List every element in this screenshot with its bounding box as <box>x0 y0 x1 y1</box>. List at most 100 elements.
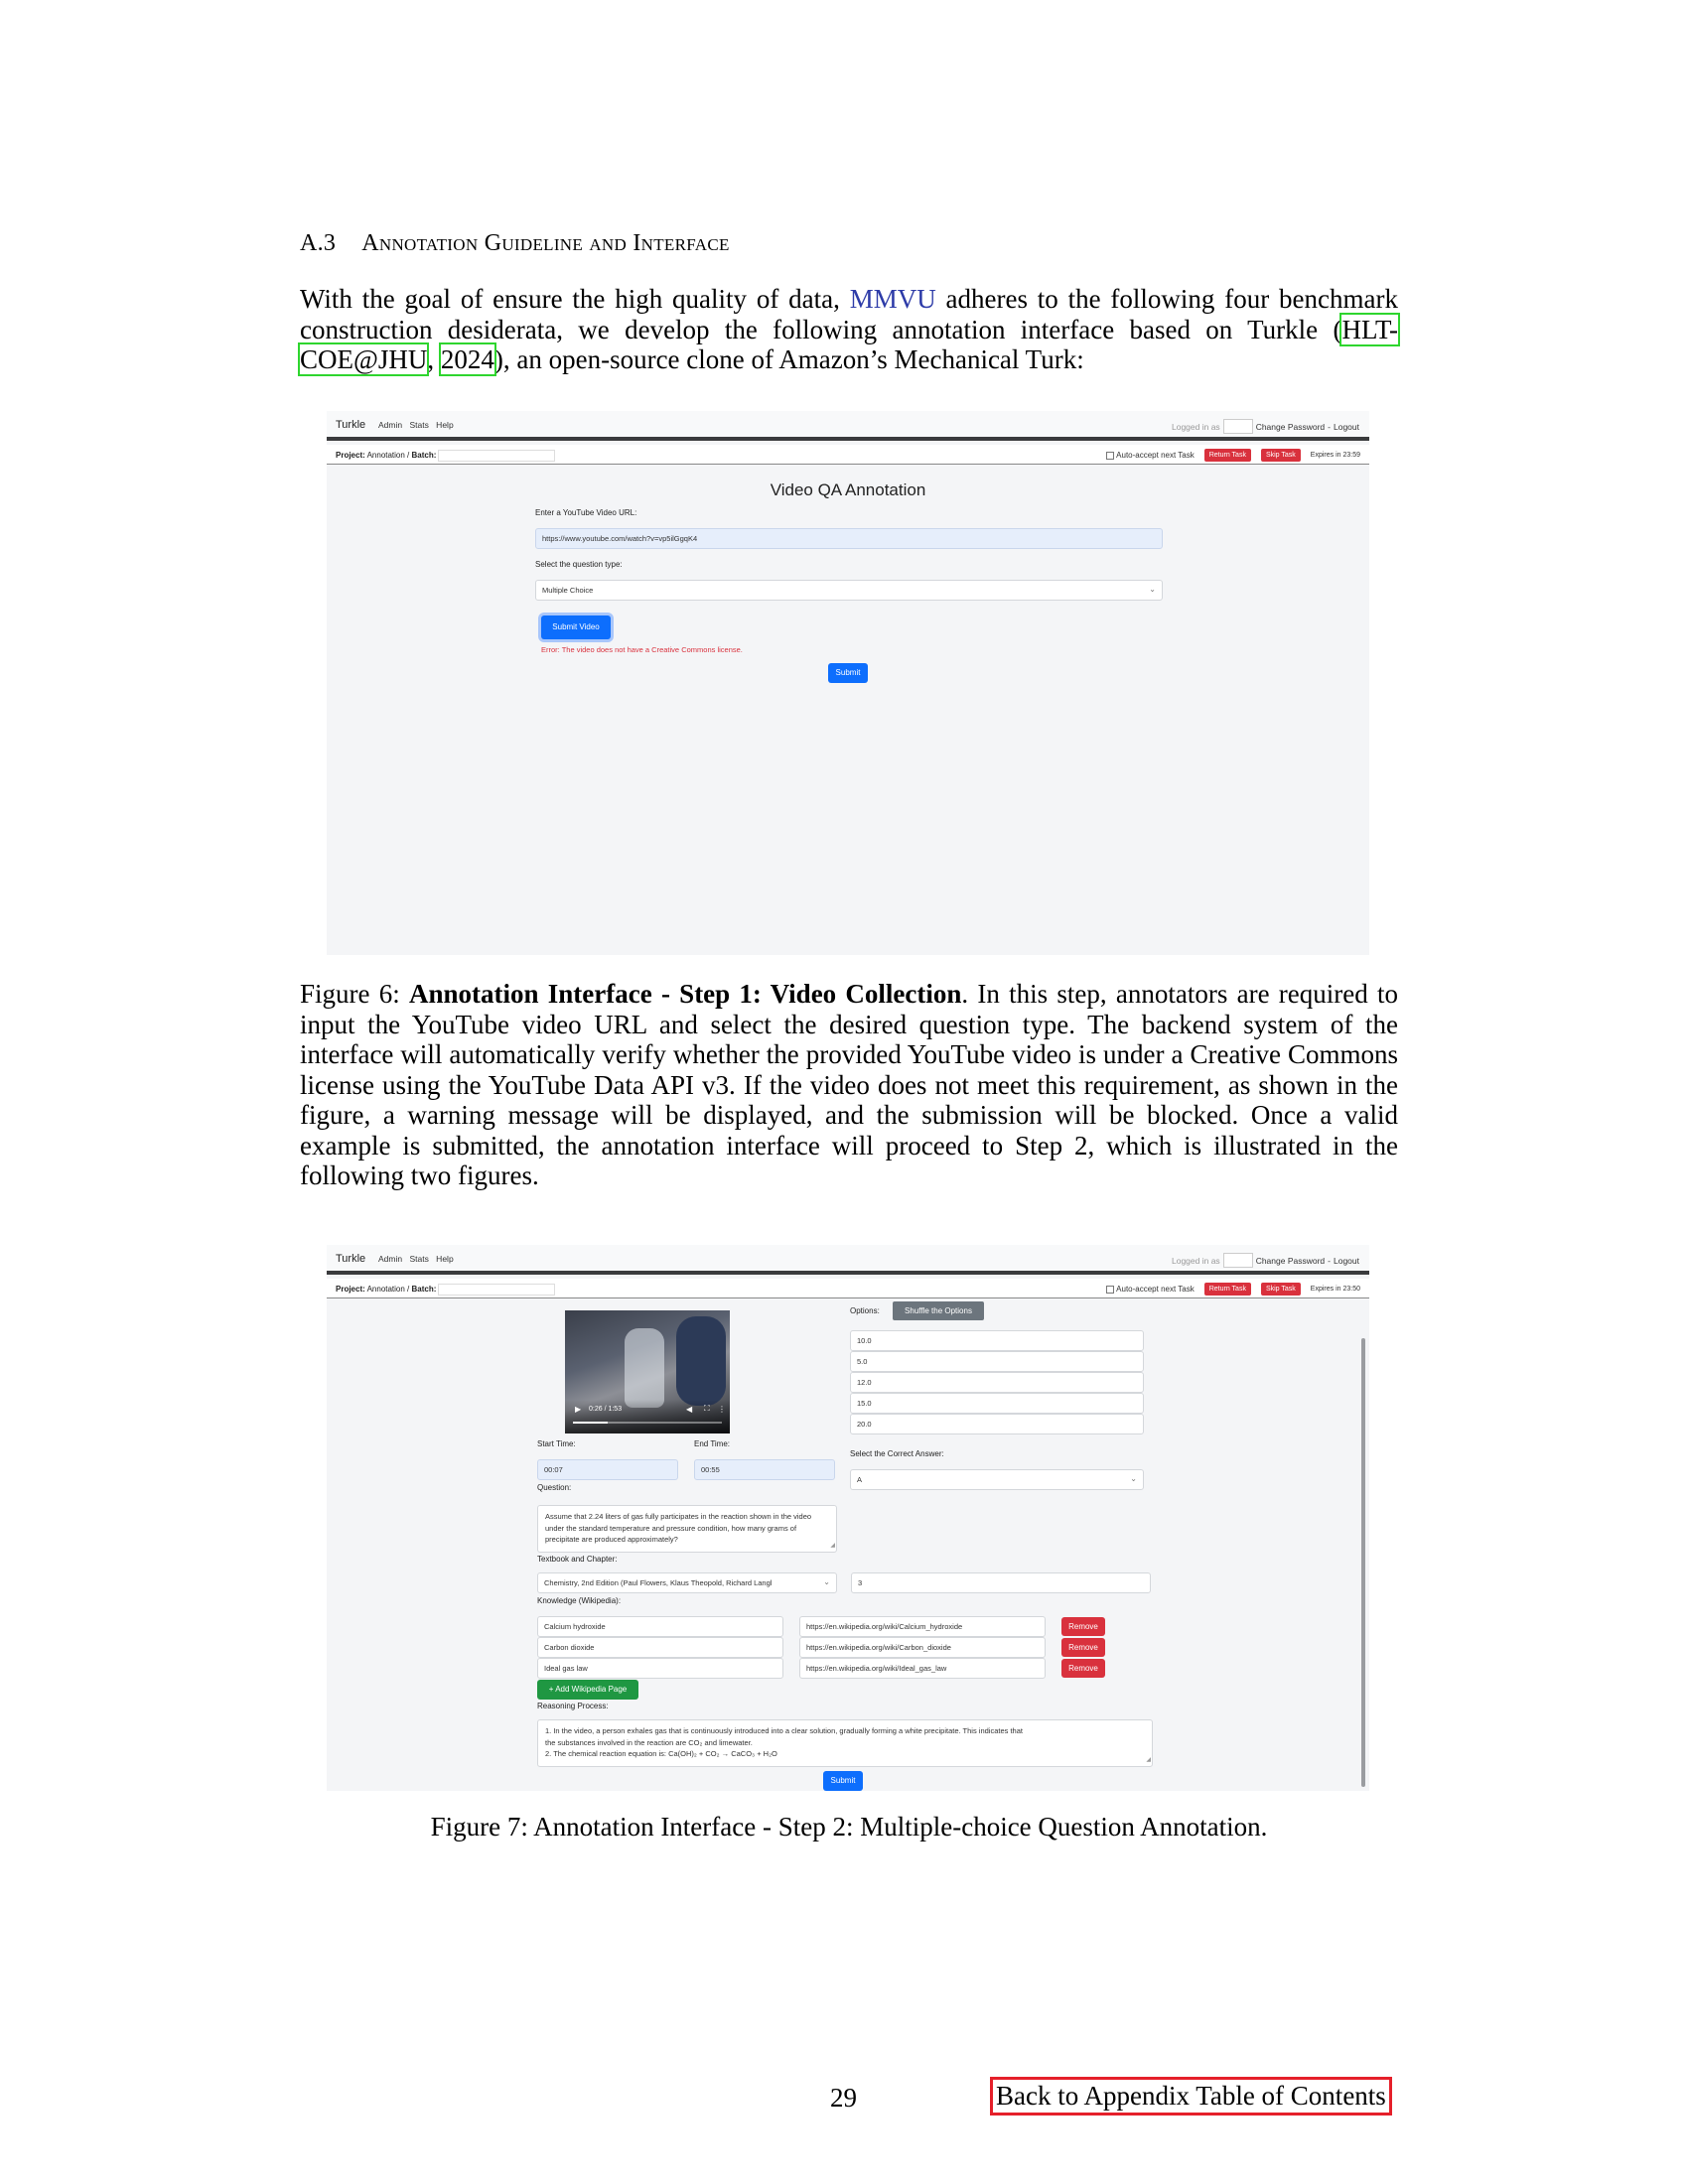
project-label: Project: Annotation / Batch: <box>336 1284 556 1296</box>
textbook-select[interactable]: Chemistry, 2nd Edition (Paul Flowers, Kl… <box>537 1572 837 1593</box>
shuffle-options-button[interactable]: Shuffle the Options <box>893 1301 984 1320</box>
submit-button[interactable]: Submit <box>828 663 868 683</box>
knowledge-term-input[interactable]: Carbon dioxide <box>537 1637 783 1658</box>
auto-accept-label: Auto-accept next Task <box>1116 1285 1195 1294</box>
volume-icon[interactable]: ◀ <box>686 1405 692 1414</box>
nav-links[interactable]: Admin Stats Help <box>378 420 454 430</box>
start-time-input[interactable]: 00:07 <box>537 1459 678 1480</box>
logout-link[interactable]: Logout <box>1334 1256 1359 1266</box>
chevron-down-icon: ⌄ <box>1130 1474 1137 1483</box>
citation-year-link[interactable]: 2024 <box>438 342 496 376</box>
question-label: Question: <box>537 1483 572 1492</box>
intro-text: With the goal of ensure the high quality… <box>300 284 850 314</box>
checkbox-icon[interactable] <box>1106 1285 1115 1294</box>
caption-text: . In this step, annotators are required … <box>300 979 1398 1190</box>
nav-links[interactable]: Admin Stats Help <box>378 1254 454 1264</box>
change-password-link[interactable]: Change Password <box>1256 1256 1325 1266</box>
batch-box <box>438 1284 556 1296</box>
video-progress-track[interactable] <box>573 1422 722 1424</box>
turkle-navbar: Turkle Admin Stats Help Logged in as Cha… <box>327 1245 1369 1275</box>
more-icon[interactable]: ⋮ <box>718 1405 726 1414</box>
video-player[interactable]: ▶ 0:26 / 1:53 ◀ ⛶ ⋮ <box>565 1310 730 1433</box>
chevron-down-icon: ⌄ <box>823 1577 830 1586</box>
add-wikipedia-button[interactable]: + Add Wikipedia Page <box>537 1680 638 1700</box>
knowledge-label: Knowledge (Wikipedia): <box>537 1596 622 1605</box>
mmvu-link[interactable]: MMVU <box>850 284 936 314</box>
submit-video-button[interactable]: Submit Video <box>541 615 611 639</box>
nav-user-area: Logged in as Change Password - Logout <box>1172 1253 1359 1268</box>
batch-label: Batch: <box>411 451 437 461</box>
submit-button[interactable]: Submit <box>823 1771 863 1791</box>
expires-timer: Expires in 23:59 <box>1310 452 1360 459</box>
auto-accept-checkbox[interactable]: Auto-accept next Task <box>1106 451 1195 460</box>
task-controls: Auto-accept next Task Return Task Skip T… <box>1106 1283 1360 1296</box>
figure7-screenshot: Turkle Admin Stats Help Logged in as Cha… <box>327 1245 1369 1791</box>
resize-handle-icon[interactable]: ◢ <box>1146 1755 1151 1767</box>
knowledge-url-input[interactable]: https://en.wikipedia.org/wiki/Ideal_gas_… <box>799 1658 1046 1679</box>
correct-answer-label: Select the Correct Answer: <box>850 1449 944 1458</box>
video-time: 0:26 / 1:53 <box>589 1406 623 1413</box>
back-to-toc-link[interactable]: Back to Appendix Table of Contents <box>990 2077 1392 2116</box>
change-password-link[interactable]: Change Password <box>1256 422 1325 432</box>
batch-box <box>438 450 556 462</box>
auto-accept-label: Auto-accept next Task <box>1116 451 1195 460</box>
reasoning-line: 2. The chemical reaction equation is: Ca… <box>545 1749 777 1758</box>
option-input[interactable]: 12.0 <box>850 1372 1144 1393</box>
project-label: Project: Annotation / Batch: <box>336 450 556 462</box>
section-heading: A.3 Annotation Guideline and Interface <box>300 230 730 257</box>
remove-button[interactable]: Remove <box>1061 1617 1105 1636</box>
correct-answer-select[interactable]: A ⌄ <box>850 1469 1144 1490</box>
question-type-select[interactable]: Multiple Choice ⌄ <box>535 580 1163 601</box>
figure6-caption: Figure 6: Annotation Interface - Step 1:… <box>300 979 1398 1191</box>
textbook-label: Textbook and Chapter: <box>537 1555 618 1564</box>
project-label-text: Project: <box>336 451 365 461</box>
caption-bold: Annotation Interface - Step 1: Video Col… <box>408 979 962 1009</box>
remove-button[interactable]: Remove <box>1061 1659 1105 1678</box>
youtube-url-input[interactable]: https://www.youtube.com/watch?v=vp5ilGgq… <box>535 528 1163 549</box>
skip-task-button[interactable]: Skip Task <box>1260 1283 1301 1296</box>
remove-button[interactable]: Remove <box>1061 1638 1105 1657</box>
logged-in-label: Logged in as <box>1172 421 1220 432</box>
checkbox-icon[interactable] <box>1106 451 1115 460</box>
project-label-text: Project: <box>336 1285 365 1295</box>
nav-separator: - <box>1328 421 1331 432</box>
section-number: A.3 <box>300 230 337 256</box>
knowledge-term-input[interactable]: Calcium hydroxide <box>537 1616 783 1637</box>
logout-link[interactable]: Logout <box>1334 422 1359 432</box>
return-task-button[interactable]: Return Task <box>1203 449 1251 462</box>
end-time-label: End Time: <box>694 1439 731 1448</box>
auto-accept-checkbox[interactable]: Auto-accept next Task <box>1106 1285 1195 1294</box>
task-controls: Auto-accept next Task Return Task Skip T… <box>1106 449 1360 462</box>
question-text: Assume that 2.24 liters of gas fully par… <box>545 1512 812 1544</box>
fullscreen-icon[interactable]: ⛶ <box>704 1404 710 1414</box>
knowledge-url-input[interactable]: https://en.wikipedia.org/wiki/Calcium_hy… <box>799 1616 1046 1637</box>
play-icon[interactable]: ▶ <box>575 1405 581 1414</box>
intro-text: ), an open-source clone of Amazon’s Mech… <box>493 344 1084 374</box>
reasoning-textarea[interactable]: 1. In the video, a person exhales gas th… <box>537 1719 1153 1767</box>
turkle-navbar: Turkle Admin Stats Help Logged in as Cha… <box>327 411 1369 441</box>
figure7-caption: Figure 7: Annotation Interface - Step 2:… <box>430 1812 1268 1842</box>
option-input[interactable]: 10.0 <box>850 1330 1144 1351</box>
section-title: Annotation Guideline and Interface <box>361 230 730 256</box>
return-task-button[interactable]: Return Task <box>1203 1283 1251 1296</box>
knowledge-term-input[interactable]: Ideal gas law <box>537 1658 783 1679</box>
person-image <box>676 1316 726 1406</box>
turkle-brand[interactable]: Turkle <box>336 1253 365 1265</box>
question-textarea[interactable]: Assume that 2.24 liters of gas fully par… <box>537 1505 837 1553</box>
option-input[interactable]: 5.0 <box>850 1351 1144 1372</box>
reasoning-label: Reasoning Process: <box>537 1702 609 1710</box>
page-scrollbar[interactable] <box>1361 1338 1365 1787</box>
chapter-input[interactable]: 3 <box>851 1572 1151 1593</box>
username-box <box>1222 1253 1253 1268</box>
resize-handle-icon[interactable]: ◢ <box>830 1541 835 1553</box>
turkle-brand[interactable]: Turkle <box>336 419 365 431</box>
project-bar: Project: Annotation / Batch: Auto-accept… <box>327 1279 1369 1298</box>
skip-task-button[interactable]: Skip Task <box>1260 449 1301 462</box>
option-input[interactable]: 20.0 <box>850 1414 1144 1434</box>
intro-paragraph: With the goal of ensure the high quality… <box>298 284 1400 376</box>
end-time-input[interactable]: 00:55 <box>694 1459 835 1480</box>
knowledge-url-input[interactable]: https://en.wikipedia.org/wiki/Carbon_dio… <box>799 1637 1046 1658</box>
question-type-value: Multiple Choice <box>542 586 594 595</box>
option-input[interactable]: 15.0 <box>850 1393 1144 1414</box>
flask-image <box>625 1328 664 1408</box>
